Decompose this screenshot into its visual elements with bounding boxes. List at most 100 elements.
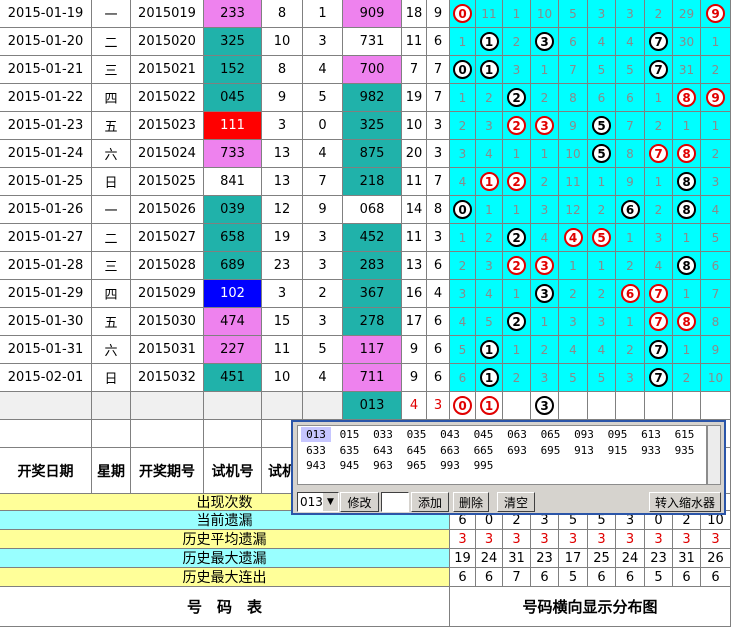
hit-circle: 7 <box>649 60 668 79</box>
combo-select[interactable]: 013 ▼ <box>297 492 339 512</box>
omission-value: 11 <box>481 6 497 21</box>
number-list-item[interactable]: 643 <box>368 443 398 458</box>
hit-circle: 1 <box>479 60 499 79</box>
weekday-cell: 日 <box>92 364 131 392</box>
distribution-cell: 2 <box>645 0 673 28</box>
distribution-cell: 6 <box>559 28 588 56</box>
sum-cell: 3 <box>262 280 303 308</box>
number-list-item[interactable]: 693 <box>502 443 532 458</box>
edit-button[interactable]: 修改 <box>340 492 379 512</box>
stat-value: 3 <box>616 530 645 549</box>
number-list-item[interactable]: 943 <box>301 458 331 473</box>
omission-value: 12 <box>565 202 581 217</box>
hit-circle: 7 <box>649 340 668 359</box>
distribution-cell: 1 <box>673 280 701 308</box>
span-cell: 3 <box>303 308 343 336</box>
distribution-cell: 1 <box>503 0 531 28</box>
issue-cell: 2015022 <box>131 84 204 112</box>
number-list-item[interactable]: 013 <box>301 427 331 442</box>
list-scrollbar[interactable] <box>707 425 721 485</box>
distribution-cell: 3 <box>616 364 645 392</box>
hit-circle: 3 <box>535 284 554 303</box>
number-list-item[interactable]: 633 <box>301 443 331 458</box>
number-list-item[interactable]: 935 <box>670 443 700 458</box>
omission-value: 2 <box>654 118 663 133</box>
distribution-cell: 1 <box>476 364 503 392</box>
pending-sum-cell: 4 <box>402 392 427 420</box>
number-list-item[interactable]: 095 <box>603 427 633 442</box>
omission-value: 31 <box>678 62 695 77</box>
blank-cell <box>204 420 262 448</box>
number-list-item[interactable]: 945 <box>335 458 365 473</box>
distribution-cell: 2 <box>616 336 645 364</box>
distribution-cell: 2 <box>503 252 531 280</box>
number-list-item[interactable]: 665 <box>469 443 499 458</box>
trial-sum-cell: 11 <box>402 168 427 196</box>
number-list-item[interactable]: 965 <box>402 458 432 473</box>
omission-value: 4 <box>569 342 577 357</box>
number-list-item[interactable]: 933 <box>636 443 666 458</box>
number-list-item[interactable]: 043 <box>435 427 465 442</box>
number-list-item[interactable]: 065 <box>536 427 566 442</box>
omission-value: 1 <box>512 342 521 357</box>
clear-button[interactable]: 清空 <box>497 492 535 512</box>
distribution-cell: 3 <box>531 196 559 224</box>
omission-value: 1 <box>682 118 691 133</box>
sum-cell: 11 <box>262 336 303 364</box>
add-button[interactable]: 添加 <box>411 492 449 512</box>
omission-value: 9 <box>626 174 634 189</box>
sum-cell: 9 <box>262 84 303 112</box>
number-list-item[interactable]: 033 <box>368 427 398 442</box>
hit-circle: 0 <box>453 200 472 219</box>
distribution-cell: 1 <box>673 224 701 252</box>
distribution-cell: 2 <box>503 84 531 112</box>
number-list-item[interactable]: 615 <box>670 427 700 442</box>
distribution-cell: 11 <box>559 168 588 196</box>
distribution-cell: 3 <box>559 308 588 336</box>
number-list-item[interactable]: 645 <box>402 443 432 458</box>
number-list[interactable]: 013 015 033 035 043 045 063 065 093 095 613 615 633 6… <box>297 425 707 485</box>
distribution-cell: 1 <box>616 224 645 252</box>
distribution-cell: 2 <box>531 168 559 196</box>
number-list-item[interactable]: 035 <box>402 427 432 442</box>
number-list-item[interactable]: 093 <box>569 427 599 442</box>
number-list-item[interactable]: 913 <box>569 443 599 458</box>
number-list-item[interactable]: 995 <box>469 458 499 473</box>
pending-trial-cell: 013 <box>343 392 402 420</box>
sum-cell: 23 <box>262 252 303 280</box>
number-list-item[interactable]: 613 <box>636 427 666 442</box>
omission-value: 8 <box>711 314 720 329</box>
stat-value: 6 <box>701 568 731 587</box>
issue-cell: 2015025 <box>131 168 204 196</box>
distribution-cell: 2 <box>503 112 531 140</box>
hit-circle: 8 <box>677 312 696 331</box>
number-list-item[interactable]: 695 <box>536 443 566 458</box>
omission-value: 5 <box>569 6 577 21</box>
number-list-item[interactable]: 015 <box>335 427 365 442</box>
stat-value: 24 <box>476 549 503 568</box>
number-list-item[interactable]: 063 <box>502 427 532 442</box>
number-list-item[interactable]: 915 <box>603 443 633 458</box>
sum-cell: 19 <box>262 224 303 252</box>
number-list-item[interactable]: 635 <box>335 443 365 458</box>
distribution-cell: 2 <box>701 56 731 84</box>
distribution-cell: 6 <box>588 84 616 112</box>
omission-value: 3 <box>654 230 663 245</box>
number-list-item[interactable]: 663 <box>435 443 465 458</box>
hit-circle: 5 <box>592 144 611 163</box>
number-list-item[interactable]: 963 <box>368 458 398 473</box>
number-list-item[interactable]: 993 <box>435 458 465 473</box>
edit-input[interactable] <box>381 492 409 512</box>
distribution-cell: 3 <box>616 0 645 28</box>
issue-cell: 2015027 <box>131 224 204 252</box>
omission-value: 6 <box>569 34 577 49</box>
shrink-button[interactable]: 转入缩水器 <box>649 492 721 512</box>
delete-button[interactable]: 删除 <box>453 492 489 512</box>
number-list-item[interactable]: 045 <box>469 427 499 442</box>
chevron-down-icon[interactable]: ▼ <box>323 493 338 511</box>
pending-cell <box>131 392 204 420</box>
trial-span-cell: 6 <box>427 336 450 364</box>
omission-value: 3 <box>626 6 634 21</box>
distribution-cell: 7 <box>701 280 731 308</box>
sum-cell: 10 <box>262 28 303 56</box>
